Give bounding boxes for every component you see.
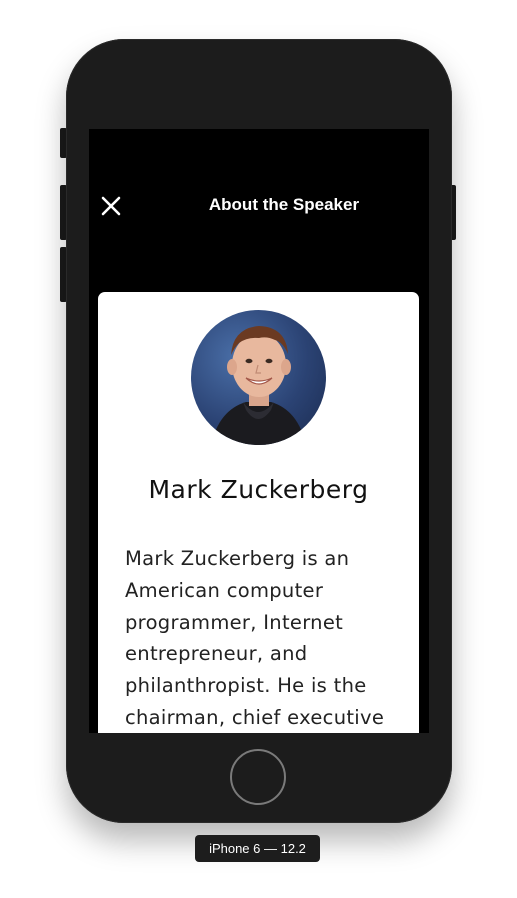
speaker-name: Mark Zuckerberg [148, 475, 369, 504]
avatar-illustration [211, 326, 306, 445]
home-button[interactable] [230, 749, 286, 805]
speaker-card: Mark Zuckerberg Mark Zuckerberg is an Am… [98, 292, 419, 733]
speaker-bio: Mark Zuckerberg is an American computer … [125, 547, 385, 729]
navigation-bar: About the Speaker [89, 189, 429, 223]
simulator-stage: About the Speaker Mark Zuckerberg Mark Z… [0, 0, 517, 898]
page-title: About the Speaker [208, 195, 360, 214]
app-screen: About the Speaker Mark Zuckerberg Mark Z… [89, 129, 429, 733]
device-label: iPhone 6 — 12.2 [195, 835, 320, 862]
close-button[interactable] [99, 194, 123, 218]
speaker-photo [191, 310, 326, 445]
close-icon [101, 196, 121, 216]
